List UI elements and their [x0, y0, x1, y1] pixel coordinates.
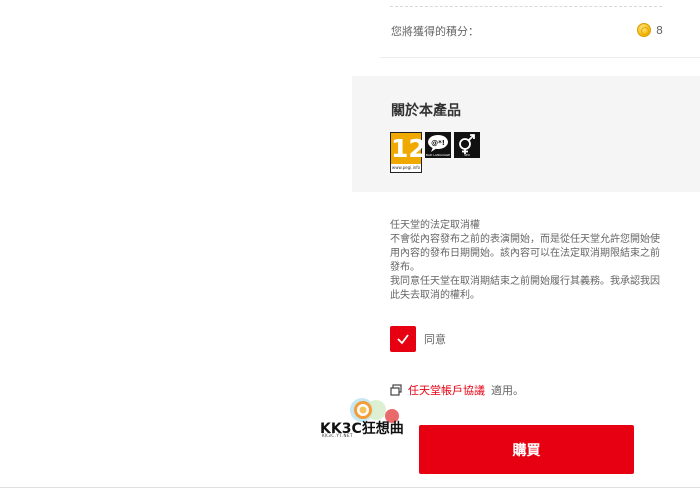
- checkmark-icon: [397, 334, 409, 345]
- points-value-group: 8: [637, 23, 663, 37]
- age-ratings: 12 www.pegi.info @*! BAD LANGUAGE SEX: [390, 132, 480, 173]
- agree-label: 同意: [424, 333, 446, 346]
- section-divider: [380, 57, 700, 58]
- agree-checkbox[interactable]: [390, 326, 416, 352]
- points-row: 您將獲得的積分： 8: [391, 22, 663, 38]
- svg-text:@*!: @*!: [431, 139, 445, 147]
- applies-text: 適用。: [491, 384, 524, 397]
- about-product-panel: 關於本產品 12 www.pegi.info @*! BAD LANGUAGE …: [352, 76, 700, 192]
- watermark-subtext: KK3C.YT.NET: [322, 433, 354, 438]
- about-title: 關於本產品: [391, 103, 461, 119]
- legal-heading: 任天堂的法定取消權: [390, 220, 480, 231]
- gold-coin-icon: [637, 23, 651, 37]
- bad-language-icon: @*! BAD LANGUAGE: [425, 132, 451, 158]
- sex-icon: SEX: [454, 132, 480, 158]
- points-label: 您將獲得的積分：: [391, 25, 479, 38]
- pegi-rating-icon: 12 www.pegi.info: [390, 132, 426, 173]
- pegi-url: www.pegi.info: [391, 164, 421, 172]
- sex-caption: SEX: [464, 153, 470, 157]
- bad-language-caption: BAD LANGUAGE: [425, 153, 451, 157]
- legal-notice: 任天堂的法定取消權 不會從內容發布之前的表演開始，而是從任天堂允許您開始使用內容…: [390, 219, 664, 303]
- top-dashed-divider: [390, 6, 662, 7]
- points-value: 8: [656, 23, 663, 37]
- legal-paragraph-1: 不會從內容發布之前的表演開始，而是從任天堂允許您開始使用內容的發布日期開始。該內…: [390, 234, 660, 273]
- watermark-logo: KK3C狂想曲 KK3C.YT.NET: [320, 394, 420, 444]
- bottom-divider: [0, 487, 700, 488]
- pegi-age: 12: [391, 134, 426, 163]
- legal-paragraph-2: 我同意任天堂在取消期結束之前開始履行其義務。我承認我因此失去取消的權利。: [390, 276, 660, 301]
- agree-row[interactable]: 同意: [390, 326, 446, 352]
- buy-button[interactable]: 購買: [419, 425, 634, 474]
